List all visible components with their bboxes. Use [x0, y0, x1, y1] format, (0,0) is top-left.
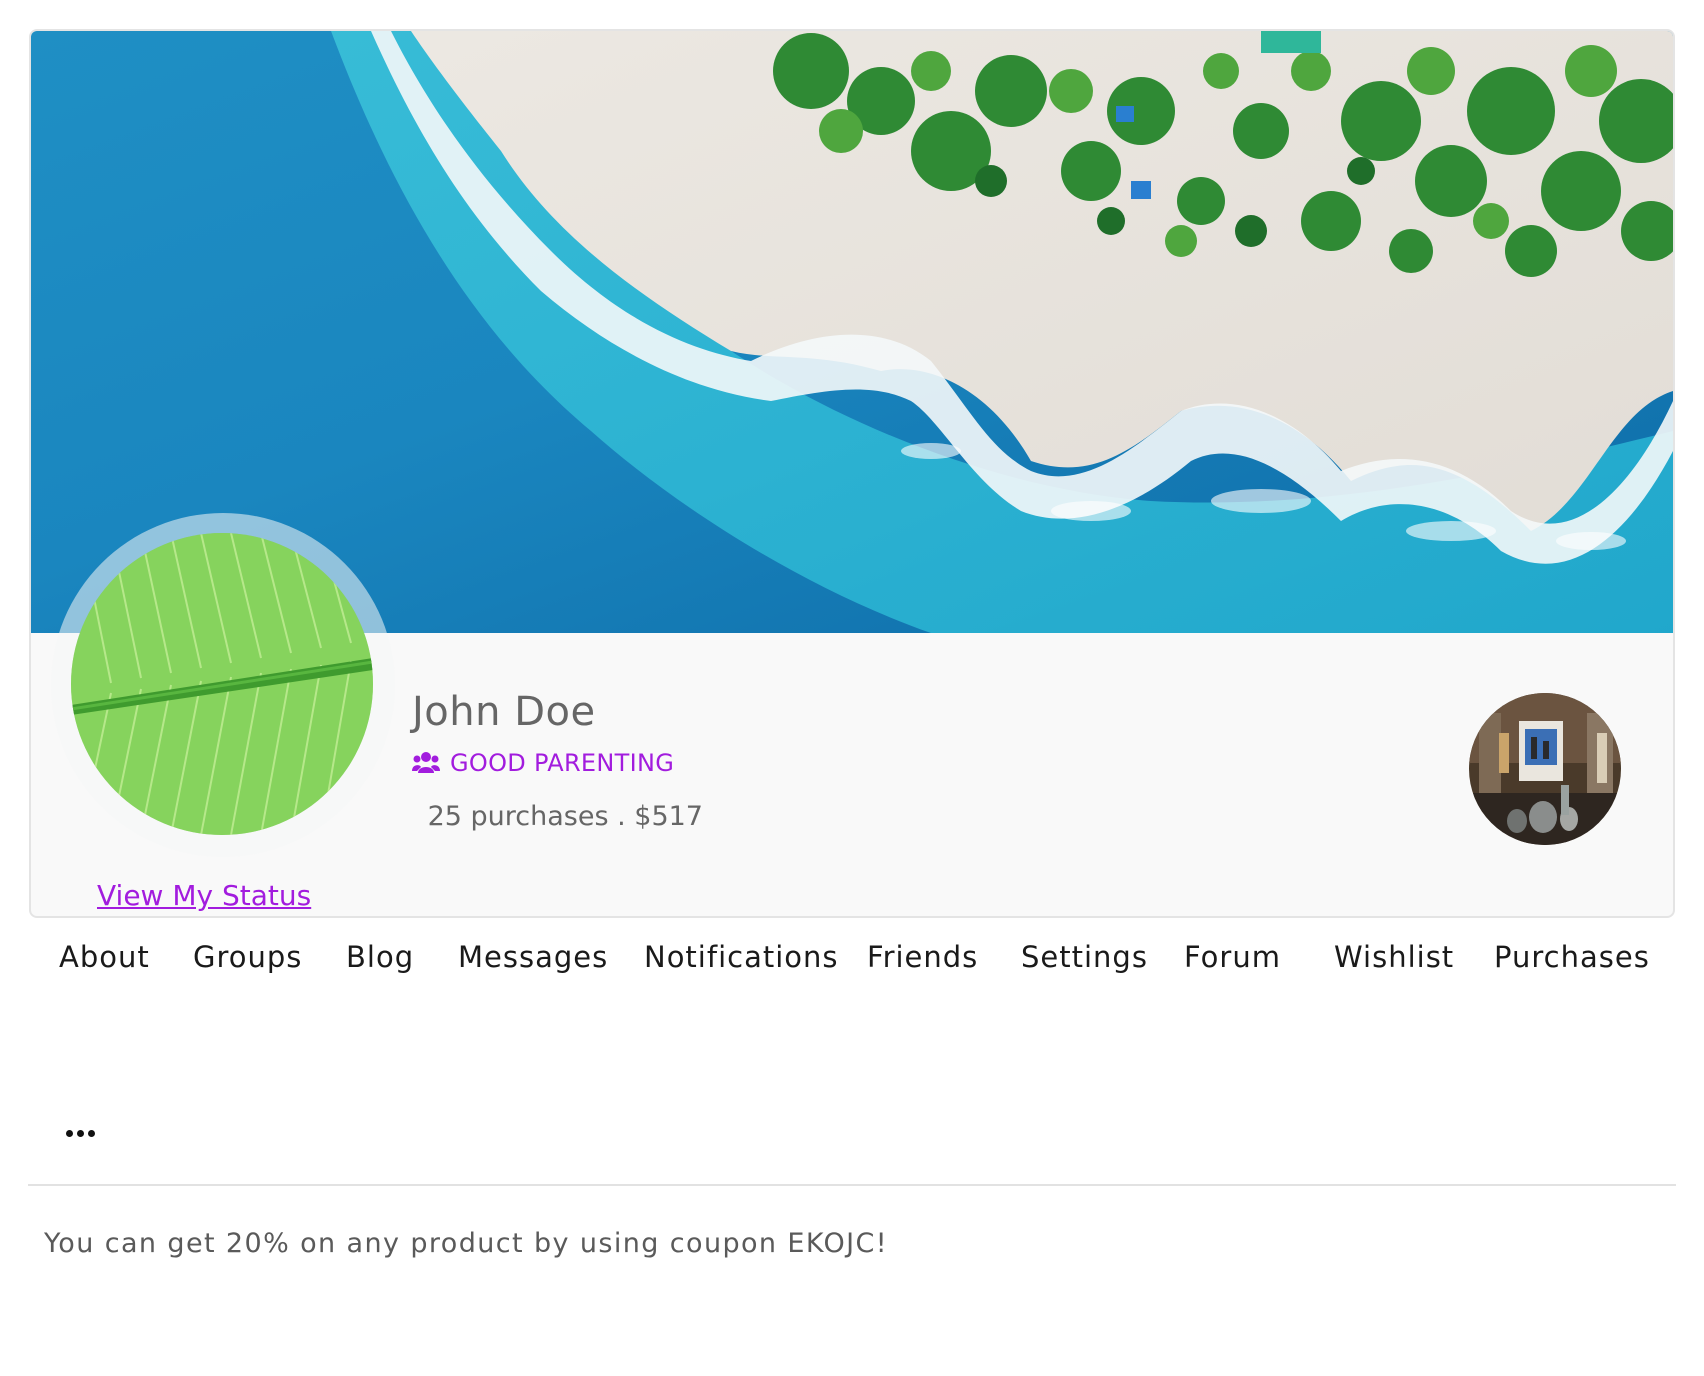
purchase-stats: 25 purchases . $517 [419, 801, 703, 832]
more-button[interactable] [62, 1118, 102, 1148]
nav-item-forum[interactable]: Forum [1184, 940, 1281, 974]
nav-item-purchases[interactable]: Purchases [1494, 940, 1650, 974]
nav-item-friends[interactable]: Friends [867, 940, 978, 974]
nav-item-settings[interactable]: Settings [1021, 940, 1148, 974]
profile-page: John Doe GOOD PARENTING 25 purchases . $… [0, 0, 1704, 1376]
group-label: GOOD PARENTING [450, 749, 675, 777]
nav-item-about[interactable]: About [59, 940, 150, 974]
divider [28, 1184, 1676, 1186]
nav-item-blog[interactable]: Blog [346, 940, 414, 974]
user-name: John Doe [412, 689, 596, 735]
nav-item-wishlist[interactable]: Wishlist [1334, 940, 1454, 974]
view-status-link[interactable]: View My Status [97, 879, 311, 912]
shop-avatar[interactable] [1469, 693, 1621, 845]
nav-item-messages[interactable]: Messages [458, 940, 608, 974]
avatar[interactable] [71, 533, 373, 835]
users-icon [412, 751, 440, 775]
nav-item-groups[interactable]: Groups [193, 940, 302, 974]
nav-item-notifications[interactable]: Notifications [644, 940, 839, 974]
profile-nav: About Groups Blog Messages Notifications… [29, 940, 1675, 1000]
group-link[interactable]: GOOD PARENTING [412, 749, 674, 777]
profile-card: John Doe GOOD PARENTING 25 purchases . $… [29, 29, 1675, 918]
coupon-notice: You can get 20% on any product by using … [44, 1228, 889, 1259]
